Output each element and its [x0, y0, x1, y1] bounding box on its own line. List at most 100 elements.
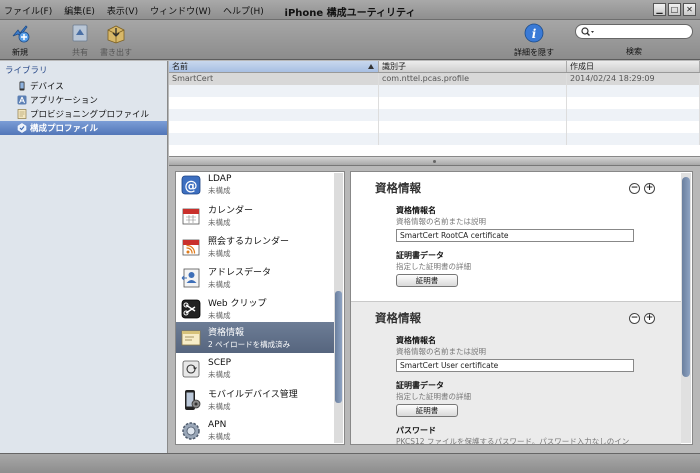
payload-list: @ LDAP 未構成 カレンダー 未構成 照会するカレンダー 未構成 アドレスデータ未… — [175, 171, 345, 445]
payload-list-scrollbar[interactable] — [334, 173, 343, 443]
section-title: 資格情報 — [375, 181, 421, 195]
share-button[interactable]: 共有 — [60, 22, 100, 58]
export-button[interactable]: 書き出す — [96, 22, 136, 58]
detail-scrollbar[interactable] — [681, 173, 691, 443]
mdm-icon — [185, 389, 201, 410]
sidebar-item-provisioning-profiles[interactable]: プロビジョニングプロファイル — [0, 107, 167, 121]
cell-name: SmartCert — [169, 73, 379, 85]
status-bar — [0, 453, 700, 473]
certificate-data-description: 指定した証明書の詳細 — [396, 262, 471, 271]
scrollbar-thumb[interactable] — [682, 177, 690, 377]
sidebar-item-label: プロビジョニングプロファイル — [30, 110, 150, 120]
payload-item-calendar[interactable]: カレンダー 未構成 — [176, 200, 334, 231]
scrollbar-thumb[interactable] — [335, 291, 342, 403]
certificate-data-label: 証明書データ — [396, 251, 444, 260]
menu-window[interactable]: ウィンドウ(W) — [150, 4, 211, 17]
menu-view[interactable]: 表示(V) — [107, 4, 138, 17]
section-title: 資格情報 — [375, 311, 421, 325]
payload-item-credentials[interactable]: 資格情報 2 ペイロードを構成済み — [176, 322, 334, 353]
column-header-created[interactable]: 作成日 — [567, 61, 700, 72]
menu-help[interactable]: ヘルプ(H) — [223, 4, 264, 17]
configuration-profile-icon — [17, 123, 27, 133]
empty-row — [169, 121, 700, 133]
column-header-identifier[interactable]: 識別子 — [379, 61, 567, 72]
table-row[interactable]: SmartCert com.nttel.pcas.profile 2014/02… — [169, 73, 700, 85]
web-clip-icon — [181, 299, 201, 318]
library-header: ライブラリ — [5, 66, 48, 76]
password-label: パスワード — [396, 426, 436, 435]
payload-item-web-clip[interactable]: Web クリップ 未構成 — [176, 293, 334, 324]
sort-ascending-icon — [368, 64, 374, 69]
info-icon: i — [524, 23, 544, 43]
certificate-button[interactable]: 証明書 — [396, 274, 458, 287]
ldap-icon: @ — [181, 175, 201, 194]
scep-icon — [182, 360, 200, 377]
title-bar: ファイル(F) 編集(E) 表示(V) ウィンドウ(W) ヘルプ(H) iPho… — [0, 0, 700, 20]
credential-name-label: 資格情報名 — [396, 206, 436, 215]
svg-text:i: i — [532, 27, 537, 41]
column-header-name[interactable]: 名前 — [169, 61, 379, 72]
calendar-icon — [182, 208, 200, 224]
profiles-table: 名前 識別子 作成日 SmartCert com.nttel.pcas.prof… — [169, 61, 700, 156]
credential-section-2: 資格情報 − + 資格情報名 資格情報の名前または説明 SmartCert Us… — [351, 301, 681, 445]
empty-row — [169, 85, 700, 97]
subscribed-calendar-icon — [182, 239, 200, 255]
new-button[interactable]: 新規 — [0, 22, 40, 58]
sidebar-item-label: アプリケーション — [30, 96, 98, 106]
certificate-data-label: 証明書データ — [396, 381, 444, 390]
sidebar-item-devices[interactable]: デバイス — [0, 79, 167, 93]
sidebar-item-label: 構成プロファイル — [30, 124, 99, 134]
credential-name-input[interactable]: SmartCert User certificate — [396, 359, 634, 372]
payload-item-mdm[interactable]: モバイルデバイス管理 未構成 — [176, 384, 334, 415]
search-label: 検索 — [626, 47, 642, 56]
minimize-button[interactable]: ▁ — [653, 3, 666, 16]
empty-row — [169, 109, 700, 121]
sidebar-item-configuration-profiles[interactable]: 構成プロファイル — [0, 121, 167, 135]
apn-gear-icon — [182, 421, 200, 440]
maximize-button[interactable]: □ — [668, 3, 681, 16]
password-description: PKCS12 ファイルを保護するパスワード。パスワード入力なしのイン — [396, 437, 630, 445]
credential-name-input[interactable]: SmartCert RootCA certificate — [396, 229, 634, 242]
certificate-data-description: 指定した証明書の詳細 — [396, 392, 471, 401]
window-controls: ▁ □ ✕ — [653, 3, 696, 16]
pane-splitter[interactable] — [169, 156, 700, 166]
sidebar-item-label: デバイス — [30, 82, 64, 92]
menu-edit[interactable]: 編集(E) — [64, 4, 95, 17]
add-payload-button[interactable]: + — [644, 183, 655, 194]
toolbar: 新規 共有 書き出す i 詳細を隠す 検索 — [0, 20, 700, 60]
payload-item-apn[interactable]: APN 未構成 — [176, 415, 334, 444]
credential-section-1: 資格情報 − + 資格情報名 資格情報の名前または説明 SmartCert Ro… — [351, 172, 681, 301]
sidebar-item-applications[interactable]: アプリケーション — [0, 93, 167, 107]
search-icon — [581, 27, 594, 36]
device-icon — [19, 81, 25, 91]
credential-name-description: 資格情報の名前または説明 — [396, 347, 486, 356]
close-button[interactable]: ✕ — [683, 3, 696, 16]
applications-icon — [17, 95, 27, 105]
payload-item-ldap[interactable]: @ LDAP 未構成 — [176, 172, 334, 200]
search-input[interactable] — [575, 24, 693, 39]
menu-file[interactable]: ファイル(F) — [4, 4, 52, 17]
provisioning-profile-icon — [17, 109, 27, 119]
table-header: 名前 識別子 作成日 — [169, 61, 700, 73]
empty-row — [169, 133, 700, 145]
empty-row — [169, 97, 700, 109]
payload-item-contacts[interactable]: アドレスデータ 未構成 — [176, 262, 334, 293]
new-profile-icon — [12, 25, 30, 43]
hide-details-button[interactable]: i 詳細を隠す — [514, 22, 554, 58]
cell-identifier: com.nttel.pcas.profile — [379, 73, 567, 85]
credential-name-label: 資格情報名 — [396, 336, 436, 345]
contacts-icon — [181, 268, 200, 287]
export-box-icon — [107, 25, 125, 44]
menu-bar: ファイル(F) 編集(E) 表示(V) ウィンドウ(W) ヘルプ(H) — [4, 4, 264, 17]
svg-text:@: @ — [185, 179, 198, 194]
remove-payload-button[interactable]: − — [629, 183, 640, 194]
add-payload-button[interactable]: + — [644, 313, 655, 324]
payload-item-subscribed-calendar[interactable]: 照会するカレンダー 未構成 — [176, 231, 334, 262]
certificate-button[interactable]: 証明書 — [396, 404, 458, 417]
cell-created: 2014/02/24 18:29:09 — [567, 73, 700, 85]
credentials-detail-pane: 資格情報 − + 資格情報名 資格情報の名前または説明 SmartCert Ro… — [350, 171, 693, 445]
share-icon — [72, 24, 88, 42]
credentials-icon — [181, 330, 201, 345]
remove-payload-button[interactable]: − — [629, 313, 640, 324]
payload-item-scep[interactable]: SCEP 未構成 — [176, 353, 334, 384]
